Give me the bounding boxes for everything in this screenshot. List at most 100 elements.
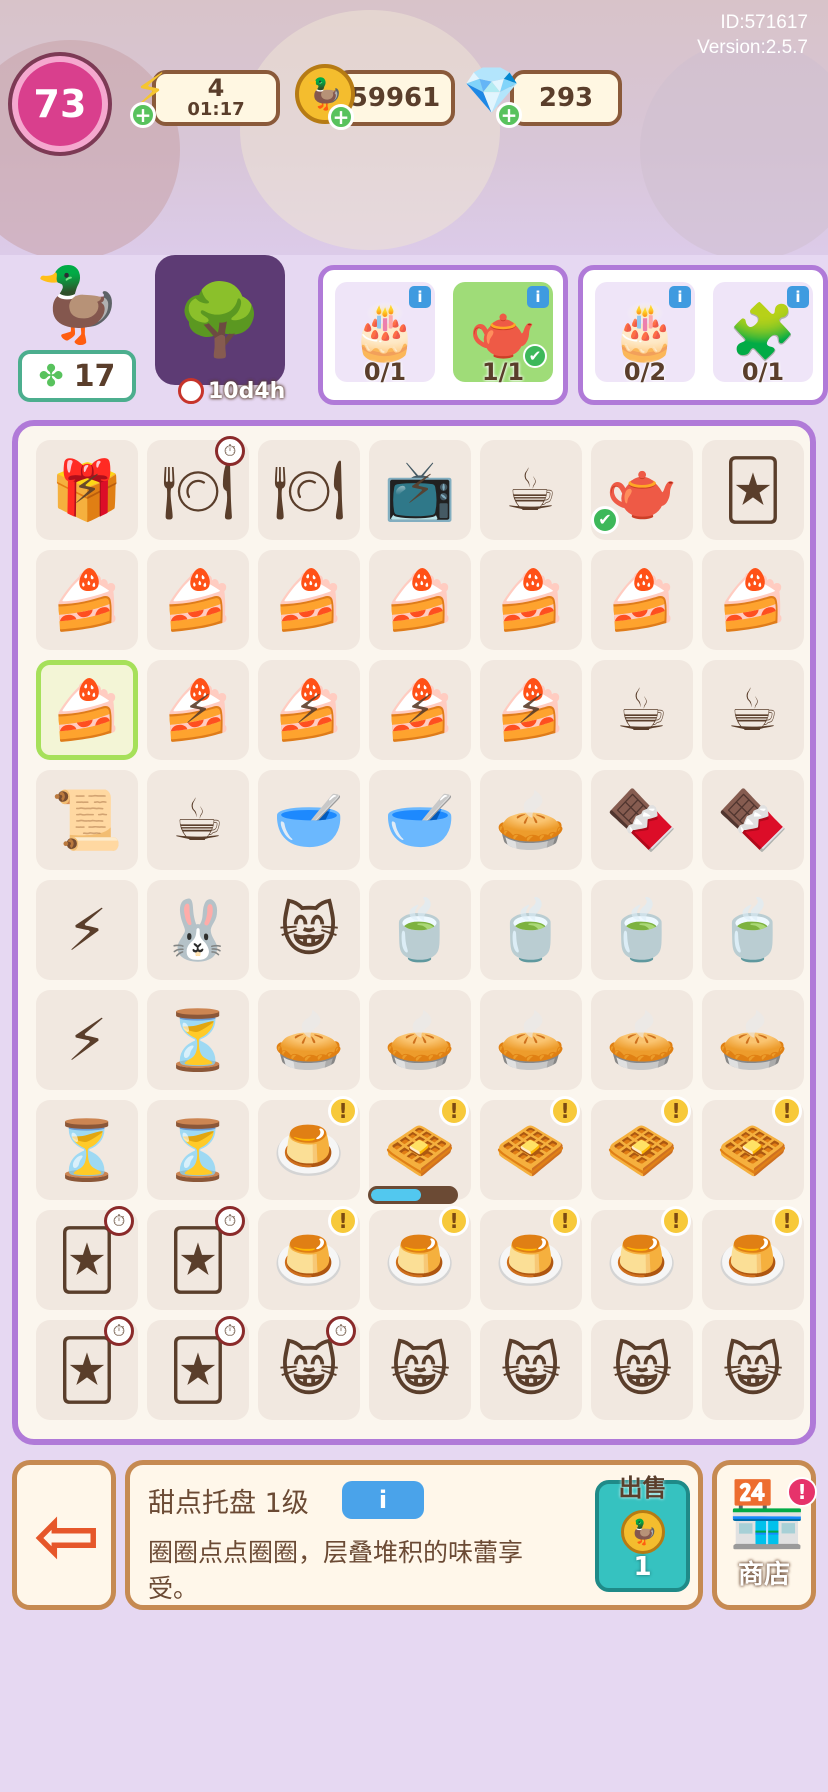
board-cell[interactable]: 🃏 — [702, 440, 804, 540]
exit-button[interactable]: ⇦ — [12, 1460, 116, 1610]
add-coins-icon[interactable]: + — [328, 104, 354, 130]
board-cell[interactable]: ☕ — [480, 440, 582, 540]
info-icon[interactable]: i — [527, 286, 549, 308]
board-cell[interactable]: 🍰 — [36, 660, 138, 760]
board-cell[interactable]: 🥧 — [480, 990, 582, 1090]
board-item-icon: 🍵 — [605, 896, 679, 964]
board-cell[interactable]: 🥣 — [258, 770, 360, 870]
board-cell[interactable]: 🍰 — [36, 550, 138, 650]
board-item-icon: 🍫 — [605, 786, 679, 854]
gem-counter[interactable]: 293 — [510, 70, 622, 126]
board-cell[interactable]: 📺 — [369, 440, 471, 540]
board-cell[interactable]: 🍰 — [480, 550, 582, 650]
board-cell[interactable]: 🥧 — [258, 990, 360, 1090]
board-cell[interactable]: 😸 — [258, 880, 360, 980]
board-cell[interactable]: ☕ — [702, 660, 804, 760]
board-item-icon: 🍮 — [494, 1226, 568, 1294]
board-cell[interactable]: 🃏 ⏱ — [36, 1316, 138, 1420]
board-cell[interactable]: ⏳ — [147, 1100, 249, 1200]
board-cell[interactable]: 🍰 — [258, 550, 360, 650]
board-item-icon: 🍰 — [272, 676, 346, 744]
board-cell[interactable]: 🃏 ⏱ — [36, 1206, 138, 1310]
board-item-icon: ☕ — [505, 456, 557, 524]
board-cell[interactable]: 😸 ⏱ — [258, 1316, 360, 1420]
board-cell[interactable]: 🧇! — [480, 1096, 582, 1200]
event-timer: 10d4h — [178, 376, 288, 406]
board-cell[interactable]: 😸 — [369, 1320, 471, 1420]
board-cell[interactable]: 🍮! — [591, 1206, 693, 1310]
board-item-icon: 🍮 — [605, 1226, 679, 1294]
board-cell[interactable]: 🍮! — [702, 1206, 804, 1310]
shop-button[interactable]: 🏪 ! 商店 — [712, 1460, 817, 1610]
board-cell[interactable]: 🥧 — [591, 990, 693, 1090]
board-cell[interactable]: ⚡ — [36, 880, 138, 980]
info-icon[interactable]: i — [409, 286, 431, 308]
board-cell[interactable]: 📜 — [36, 770, 138, 870]
board-item-icon: ⏳ — [161, 1006, 235, 1074]
banner-decoration — [640, 40, 828, 255]
board-cell[interactable]: 🍰 — [147, 660, 249, 760]
board-cell[interactable]: 🃏 ⏱ — [147, 1206, 249, 1310]
builder-counter[interactable]: ✤ 17 — [18, 350, 136, 402]
board-item-icon: ☕ — [616, 676, 668, 744]
board-item-icon: ⚡ — [66, 1006, 108, 1074]
board-cell[interactable]: 🥧 — [480, 770, 582, 870]
board-cell[interactable]: 🐰 — [147, 880, 249, 980]
info-icon[interactable]: i — [669, 286, 691, 308]
board-cell[interactable]: 🍰 — [702, 550, 804, 650]
board-cell[interactable]: 🍫 — [702, 770, 804, 870]
board-cell[interactable]: 🍽 — [258, 440, 360, 540]
board-item-icon: 🍮 — [272, 1226, 346, 1294]
board-cell[interactable]: 🍫 — [591, 770, 693, 870]
board-cell[interactable]: 🍰 — [480, 660, 582, 760]
board-cell[interactable]: 🍮! — [258, 1206, 360, 1310]
order-card[interactable]: 🎂 i 0/2 🧩 i 0/1 — [578, 265, 828, 405]
board-cell[interactable]: ⚡ — [36, 990, 138, 1090]
board-cell[interactable]: 🎁 — [36, 440, 138, 540]
board-cell[interactable]: ☕ — [147, 770, 249, 870]
board-cell[interactable]: 🍰 — [369, 660, 471, 760]
add-gems-icon[interactable]: + — [496, 102, 522, 128]
board-item-icon: 😸 — [722, 1336, 784, 1404]
board-cell[interactable]: 🍮! — [369, 1206, 471, 1310]
board-cell[interactable]: 🧇! — [369, 1096, 471, 1200]
board-cell[interactable]: 🍰 — [369, 550, 471, 650]
board-cell[interactable]: 🍮! — [258, 1096, 360, 1200]
sell-button[interactable]: 出售 🦆 1 — [595, 1474, 690, 1592]
board-cell[interactable]: 😸 — [480, 1320, 582, 1420]
board-cell[interactable]: 🍮! — [480, 1206, 582, 1310]
board-cell[interactable]: 😸 — [702, 1320, 804, 1420]
board-cell[interactable]: 🍰 — [258, 660, 360, 760]
board-cell[interactable]: 🧇! — [702, 1096, 804, 1200]
add-energy-icon[interactable]: + — [130, 102, 156, 128]
board-item-icon: ⏳ — [50, 1116, 124, 1184]
board-cell[interactable]: 🍰 — [147, 550, 249, 650]
player-level-badge[interactable]: 73 — [12, 56, 108, 152]
board-cell[interactable]: 🍵 — [591, 880, 693, 980]
board-cell[interactable]: 😸 — [591, 1320, 693, 1420]
board-item-icon: 🃏 — [168, 1226, 228, 1294]
board-cell[interactable]: 🥧 — [702, 990, 804, 1090]
board-item-icon: 🍰 — [50, 676, 124, 744]
order-card[interactable]: 🎂 i 0/1 🫖 i ✔ 1/1 — [318, 265, 568, 405]
board-cell[interactable]: 🧇! — [591, 1096, 693, 1200]
board-cell[interactable]: ☕ — [591, 660, 693, 760]
board-cell[interactable]: 🃏 ⏱ — [147, 1316, 249, 1420]
board-cell[interactable]: ⏳ — [36, 1100, 138, 1200]
board-item-icon: 🥧 — [494, 1006, 568, 1074]
exit-icon: ⇦ — [33, 1488, 101, 1582]
board-cell[interactable]: 🍽 ⏱ — [147, 436, 249, 540]
builder-duck-icon[interactable]: 🦆 — [28, 262, 128, 352]
board-cell[interactable]: 🥧 — [369, 990, 471, 1090]
board-cell[interactable]: 🍵 — [702, 880, 804, 980]
item-info-button[interactable]: i — [342, 1481, 424, 1519]
sell-price: 1 — [633, 1552, 652, 1582]
board-cell[interactable]: 🍵 — [480, 880, 582, 980]
info-icon[interactable]: i — [787, 286, 809, 308]
board-cell[interactable]: 🍵 — [369, 880, 471, 980]
board-cell[interactable]: 🫖 ✔ — [591, 440, 693, 540]
board-cell[interactable]: 🥣 — [369, 770, 471, 870]
event-tree-icon[interactable]: 🌳 — [155, 255, 285, 385]
board-cell[interactable]: 🍰 — [591, 550, 693, 650]
board-cell[interactable]: ⏳ — [147, 990, 249, 1090]
